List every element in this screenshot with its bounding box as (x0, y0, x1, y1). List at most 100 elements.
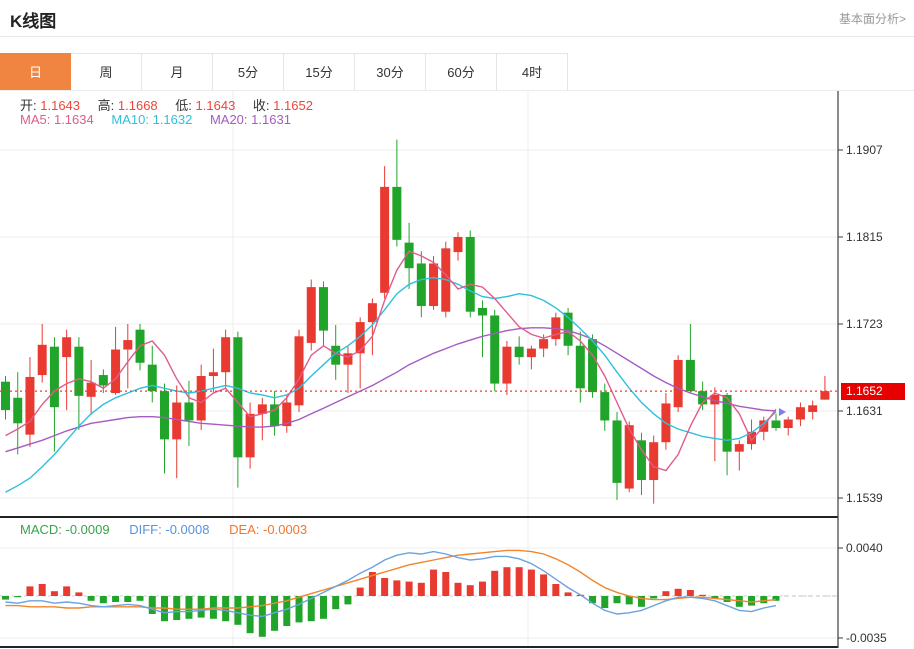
candle-body (319, 287, 328, 331)
macd-bar (406, 582, 413, 596)
candle-body (368, 303, 377, 322)
candle-body (184, 402, 193, 420)
candle-body (99, 375, 108, 385)
macd-axis-label: -0.0035 (846, 630, 887, 646)
candle-body (221, 337, 230, 372)
candle-body (649, 442, 658, 480)
tab-60min[interactable]: 60分 (426, 53, 497, 91)
candle-body (466, 237, 475, 312)
candle-body (490, 315, 499, 383)
dea-line (6, 550, 776, 609)
kline-page: K线图 基本面分析> 日 周 月 5分 15分 30分 60分 4时 开: 1.… (0, 0, 914, 649)
tab-15min[interactable]: 15分 (284, 53, 355, 91)
candle-body (74, 347, 83, 396)
candle-body (295, 336, 304, 405)
fundamental-analysis-link[interactable]: 基本面分析> (839, 10, 906, 27)
macd-bar (748, 596, 755, 606)
macd-bar (662, 591, 669, 596)
tab-30min[interactable]: 30分 (355, 53, 426, 91)
price-axis-label: 1.1815 (846, 229, 883, 245)
macd-bar (296, 596, 303, 622)
macd-bar (14, 596, 21, 597)
macd-bar (381, 578, 388, 596)
candle-body (50, 347, 59, 408)
tab-month[interactable]: 月 (142, 53, 213, 91)
candle-body (820, 391, 829, 400)
ma20-line (6, 328, 776, 452)
price-axis-label: 1.1539 (846, 490, 883, 506)
tab-5min[interactable]: 5分 (213, 53, 284, 91)
macd-bar (540, 574, 547, 596)
macd-bar (760, 596, 767, 603)
candle-body (209, 372, 218, 376)
dea-value: DEA: -0.0003 (229, 522, 307, 537)
macd-axis-label: 0.0040 (846, 540, 883, 556)
macd-bar (467, 585, 474, 596)
candle-body (160, 391, 169, 439)
macd-bar (234, 596, 241, 625)
macd-bar (149, 596, 156, 614)
candle-body (502, 347, 511, 384)
macd-bar (112, 596, 119, 602)
macd-bar (675, 589, 682, 596)
candle-body (87, 383, 96, 397)
macd-bar (75, 592, 82, 596)
candle-body (613, 420, 622, 482)
ma-info-bar: MA5: 1.1634 MA10: 1.1632 MA20: 1.1631 (20, 112, 291, 127)
candle-body (392, 187, 401, 240)
chart-area: 开: 1.1643 高: 1.1668 低: 1.1643 收: 1.1652 … (0, 91, 914, 649)
macd-bar (124, 596, 131, 602)
candle-body (429, 263, 438, 306)
macd-bar (614, 596, 621, 603)
candle-body (233, 337, 242, 457)
candle-body (527, 349, 536, 358)
macd-bar (198, 596, 205, 618)
candle-body (1, 382, 10, 410)
price-axis-label: 1.1631 (846, 403, 883, 419)
price-axis-label: 1.1907 (846, 142, 883, 158)
tab-day[interactable]: 日 (0, 53, 71, 91)
ma10-value: MA10: 1.1632 (111, 112, 192, 127)
macd-bar (26, 586, 33, 596)
macd-bar (137, 596, 144, 601)
macd-info-bar: MACD: -0.0009 DIFF: -0.0008 DEA: -0.0003 (20, 522, 307, 537)
macd-bar (565, 592, 572, 596)
candle-body (808, 405, 817, 412)
macd-bar (699, 595, 706, 596)
macd-bar (430, 570, 437, 596)
candle-body (356, 322, 365, 353)
tab-week[interactable]: 周 (71, 53, 142, 91)
open-value: 1.1643 (40, 98, 80, 113)
candle-body (515, 347, 524, 357)
open-label: 开: (20, 98, 37, 113)
macd-bar (455, 583, 462, 596)
candle-body (539, 339, 548, 348)
candle-body (735, 444, 744, 452)
macd-bar (320, 596, 327, 619)
tab-4hour[interactable]: 4时 (497, 53, 568, 91)
candle-body (380, 187, 389, 293)
high-value: 1.1668 (118, 98, 158, 113)
macd-bar (357, 588, 364, 596)
ma-arrow-icon (779, 408, 786, 416)
ma10-line (6, 278, 776, 493)
page-title: K线图 (10, 7, 56, 32)
macd-bar (100, 596, 107, 603)
candle-body (13, 398, 22, 424)
macd-bar (650, 596, 657, 598)
candle-body (417, 263, 426, 306)
macd-bar (442, 572, 449, 596)
candle-body (172, 402, 181, 439)
macd-bar (601, 596, 608, 608)
kline-chart[interactable] (0, 91, 914, 649)
macd-bar (418, 583, 425, 596)
ma5-line (6, 251, 776, 470)
macd-bar (332, 596, 339, 609)
candle-body (307, 287, 316, 343)
macd-bar (491, 571, 498, 596)
candle-body (148, 365, 157, 391)
period-tab-bar: 日 周 月 5分 15分 30分 60分 4时 (0, 53, 568, 91)
macd-bar (51, 591, 58, 596)
macd-bar (185, 596, 192, 619)
macd-bar (393, 580, 400, 596)
